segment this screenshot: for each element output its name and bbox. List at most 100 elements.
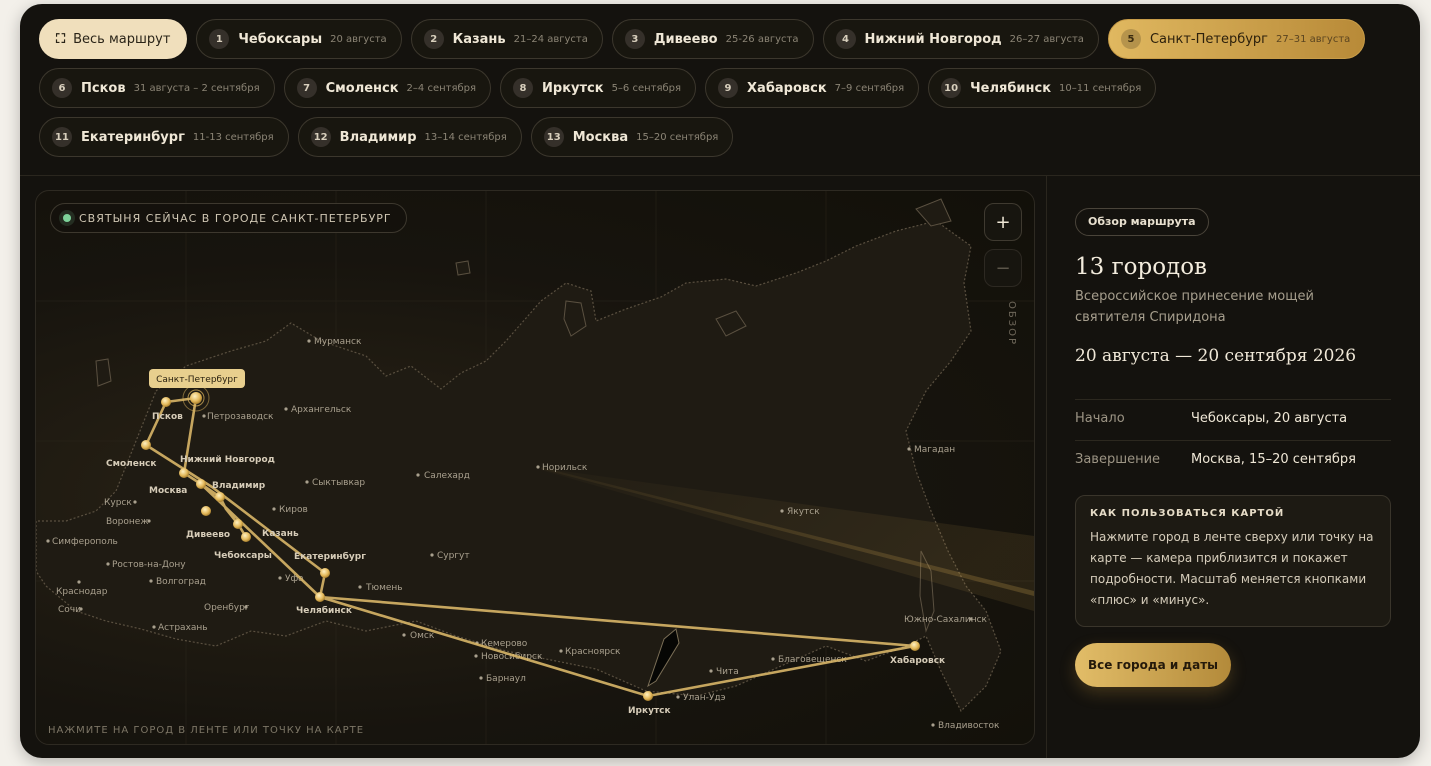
stop-moscow[interactable] (196, 479, 206, 489)
chip-kazan[interactable]: 2 Казань 21–24 августа (410, 19, 603, 59)
end-value: Москва, 15–20 сентября (1191, 452, 1356, 467)
chip-city: Чебоксары (238, 31, 323, 47)
route-label: Казань (262, 529, 299, 539)
all-cities-button[interactable]: Все города и даты (1075, 643, 1231, 687)
route-label: Хабаровск (890, 655, 945, 666)
chip-cheboksary[interactable]: 1 Чебоксары 20 августа (196, 19, 402, 59)
tooltip-text: Санкт-Петербург (156, 375, 238, 385)
stop-cheboksary[interactable] (241, 532, 251, 542)
route-map[interactable]: Мурманск Петрозаводск Архангельск Сыктыв… (35, 190, 1035, 745)
chip-dates: 11-13 сентября (192, 131, 274, 143)
zoom-out-button[interactable]: − (984, 249, 1022, 287)
route-info-panel: Обзор маршрута 13 городов Всероссийское … (1075, 208, 1391, 687)
chip-chelyabinsk[interactable]: 10 Челябинск 10–11 сентября (928, 68, 1157, 108)
route-subtitle: Всероссийское принесение мощей святителя… (1075, 289, 1314, 325)
city-label: Улан-Удэ (683, 693, 726, 703)
city-label: Сочи (58, 605, 81, 615)
expand-icon: ⛶ (56, 31, 66, 47)
chip-city: Смоленск (325, 80, 399, 96)
chip-dates: 5–6 сентября (611, 82, 682, 94)
arctic-island (915, 198, 952, 227)
stop-irkutsk[interactable] (643, 691, 653, 701)
overview-toggle[interactable]: ОБЗОР (1006, 301, 1017, 346)
chip-number: 9 (718, 78, 739, 98)
panel-divider (1046, 176, 1047, 758)
stop-khabarovsk[interactable] (910, 641, 920, 651)
city-label: Красноярск (565, 647, 621, 657)
all-route-button[interactable]: ⛶ Весь маршрут (39, 19, 188, 59)
start-label: Начало (1075, 411, 1125, 426)
city-label: Омск (410, 631, 435, 641)
stop-chelyabinsk[interactable] (315, 592, 325, 602)
city-label: Якутск (787, 507, 820, 517)
stop-vladimir[interactable] (215, 492, 225, 502)
city-label: Мурманск (314, 337, 362, 347)
route-label: Челябинск (296, 605, 352, 616)
chip-number: 11 (52, 127, 72, 147)
city-label: Курск (104, 498, 132, 508)
header-divider (20, 175, 1420, 176)
chip-dates: 20 августа (330, 33, 387, 45)
chip-khabarovsk[interactable]: 9 Хабаровск 7–9 сентября (705, 68, 920, 108)
chip-dates: 15–20 сентября (636, 131, 719, 143)
chip-number: 10 (941, 78, 962, 98)
city-label: Петрозаводск (207, 412, 274, 422)
route-date-range: 20 августа — 20 сентября 2026 (1075, 346, 1357, 366)
chip-city: Казань (452, 31, 506, 47)
stop-diveevo[interactable] (201, 506, 211, 516)
map-canvas[interactable]: Мурманск Петрозаводск Архангельск Сыктыв… (36, 191, 1034, 744)
zoom-in-button[interactable]: + (984, 203, 1022, 241)
chip-number: 4 (835, 29, 856, 49)
city-label: Салехард (424, 471, 470, 481)
chip-city: Екатеринбург (81, 129, 185, 145)
stop-pskov[interactable] (161, 397, 171, 407)
city-label: Волгоград (156, 577, 206, 587)
city-label: Сыктывкар (312, 478, 365, 488)
chip-saint-petersburg[interactable]: 5 Санкт-Петербург 27–31 августа (1107, 19, 1366, 59)
city-label: Оренбург (204, 603, 250, 613)
map-howto-box: КАК ПОЛЬЗОВАТЬСЯ КАРТОЙ Нажмите город в … (1075, 495, 1391, 627)
arctic-island (455, 260, 471, 276)
start-row: Начало Чебоксары, 20 августа (1075, 399, 1391, 440)
chip-number: 1 (209, 29, 230, 49)
chip-yekaterinburg[interactable]: 11 Екатеринбург 11-13 сентября (39, 117, 289, 157)
chip-vladimir[interactable]: 12 Владимир 13–14 сентября (297, 117, 522, 157)
howto-title: КАК ПОЛЬЗОВАТЬСЯ КАРТОЙ (1090, 508, 1285, 519)
chip-smolensk[interactable]: 7 Смоленск 2–4 сентября (283, 68, 492, 108)
route-label: Нижний Новгород (180, 455, 275, 465)
end-row: Завершение Москва, 15–20 сентября (1075, 440, 1391, 481)
chip-number: 7 (296, 78, 317, 98)
stop-smolensk[interactable] (141, 440, 151, 450)
chip-nizhny-novgorod[interactable]: 4 Нижний Новгород 26–27 августа (822, 19, 1099, 59)
howto-body: Нажмите город в ленте сверху или точку н… (1090, 530, 1374, 607)
city-label: Магадан (914, 445, 955, 455)
stop-yekaterinburg[interactable] (320, 568, 330, 578)
live-dot-icon (63, 214, 71, 222)
stop-saint-petersburg[interactable] (190, 392, 202, 404)
city-label: Сургут (437, 551, 470, 561)
all-route-label: Весь маршрут (73, 31, 171, 47)
chip-dates: 21–24 августа (513, 33, 588, 45)
city-label: Астрахань (158, 623, 208, 633)
cities-count-title: 13 городов (1075, 254, 1208, 280)
city-label: Барнаул (486, 674, 526, 684)
chip-pskov[interactable]: 6 Псков 31 августа – 2 сентября (39, 68, 275, 108)
chip-city: Владимир (339, 129, 417, 145)
route-overview-pill[interactable]: Обзор маршрута (1075, 208, 1209, 236)
stop-kazan[interactable] (233, 519, 243, 529)
chip-dates: 13–14 сентября (424, 131, 507, 143)
chip-diveevo[interactable]: 3 Дивеево 25-26 августа (611, 19, 814, 59)
stop-nizhny-novgorod[interactable] (179, 468, 189, 478)
chip-number: 3 (624, 29, 645, 49)
chip-dates: 25-26 августа (725, 33, 799, 45)
chip-moscow[interactable]: 13 Москва 15–20 сентября (530, 117, 734, 157)
city-label: Воронеж (106, 517, 148, 527)
chip-city: Дивеево (653, 31, 718, 47)
city-label: Тюмень (365, 583, 403, 593)
city-label: Норильск (542, 463, 588, 473)
chip-dates: 2–4 сентября (406, 82, 477, 94)
route-card: ⛶ Весь маршрут 1 Чебоксары 20 августа 2 Каз… (20, 4, 1420, 758)
chip-irkutsk[interactable]: 8 Иркутск 5–6 сентября (500, 68, 697, 108)
route-label: Дивеево (186, 530, 230, 540)
kaliningrad (95, 358, 112, 387)
